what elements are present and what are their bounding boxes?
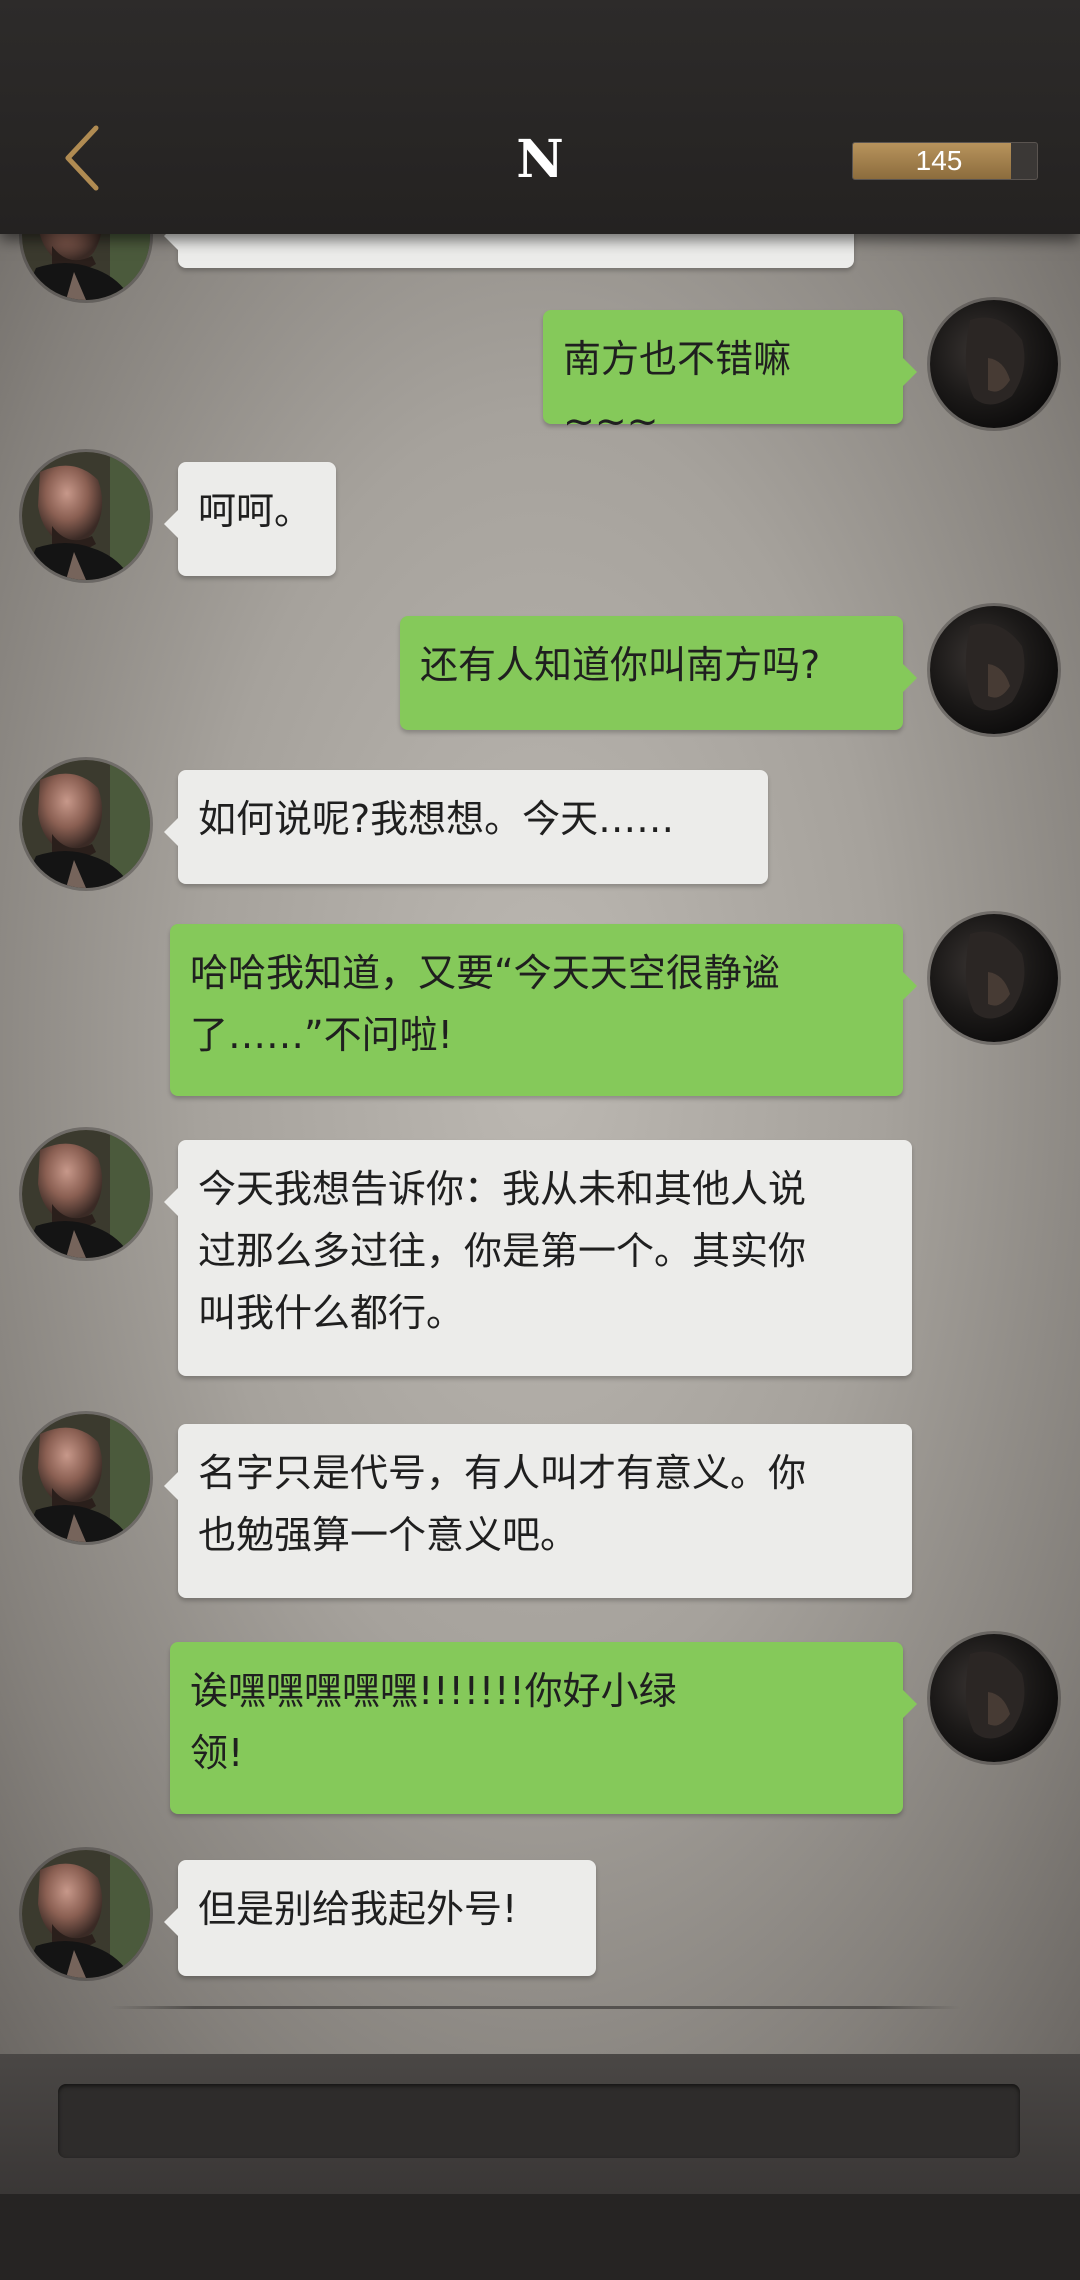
message-text: 呵呵。 [198,489,313,533]
user-avatar[interactable] [930,606,1058,734]
bottom-bar [0,2194,1080,2280]
message-text: 如何说呢?我想想。今天…… [198,797,675,841]
message-line: 今天我想告诉你：我从未和其他人说 [198,1167,807,1211]
message-line: 哈哈我知道，又要“今天天空很静谧 [190,951,780,995]
message-bubble-sent: 还有人知道你叫南方吗? [400,616,917,730]
coin-counter: 145 [852,142,1038,180]
message-bubble-sent: 南方也不错嘛~~~ [543,310,917,443]
message-bubble-received: 但是别给我起外号! [164,1860,596,1976]
user-avatar[interactable] [930,300,1058,428]
contact-avatar[interactable] [22,1130,150,1258]
message-bubble-received: 呵呵。 [164,462,336,576]
message-bubble-received [164,234,854,268]
message-bubble-received: 今天我想告诉你：我从未和其他人说 过那么多过往，你是第一个。其实你 叫我什么都行… [164,1140,912,1376]
message-line: 名字只是代号，有人叫才有意义。你 [198,1451,807,1495]
top-bar: N 145 [0,0,1080,234]
input-bar [0,2054,1080,2194]
message-bubble-sent: 诶嘿嘿嘿嘿嘿!!!!!!!你好小绿 领! [170,1642,917,1814]
message-line: 领! [190,1731,244,1775]
chat-log[interactable]: 南方也不错嘛~~~ 呵呵。 还有人知道你叫南方吗? 如何说呢?我想想。今天…… … [0,234,1080,2054]
message-line: 过那么多过往，你是第一个。其实你 [198,1229,807,1273]
message-text: 但是别给我起外号! [198,1887,518,1931]
divider [110,2006,960,2009]
user-avatar[interactable] [930,1634,1058,1762]
message-bubble-received: 名字只是代号，有人叫才有意义。你 也勉强算一个意义吧。 [164,1424,912,1598]
user-avatar[interactable] [930,914,1058,1042]
message-bubble-received: 如何说呢?我想想。今天…… [164,770,768,884]
contact-avatar[interactable] [22,760,150,888]
message-line: 也勉强算一个意义吧。 [198,1513,579,1557]
contact-avatar[interactable] [22,452,150,580]
message-line: 叫我什么都行。 [198,1291,465,1335]
message-line: 诶嘿嘿嘿嘿嘿!!!!!!!你好小绿 [190,1669,677,1713]
contact-avatar[interactable] [22,1414,150,1542]
message-text: 还有人知道你叫南方吗? [420,643,821,687]
counter-value: 145 [915,145,963,176]
contact-avatar[interactable] [22,234,150,300]
message-input[interactable] [58,2084,1020,2158]
message-line: 了……”不问啦! [190,1013,453,1057]
message-bubble-sent: 哈哈我知道，又要“今天天空很静谧 了……”不问啦! [170,924,917,1096]
message-text: 南方也不错嘛~~~ [563,337,792,443]
contact-avatar[interactable] [22,1850,150,1978]
